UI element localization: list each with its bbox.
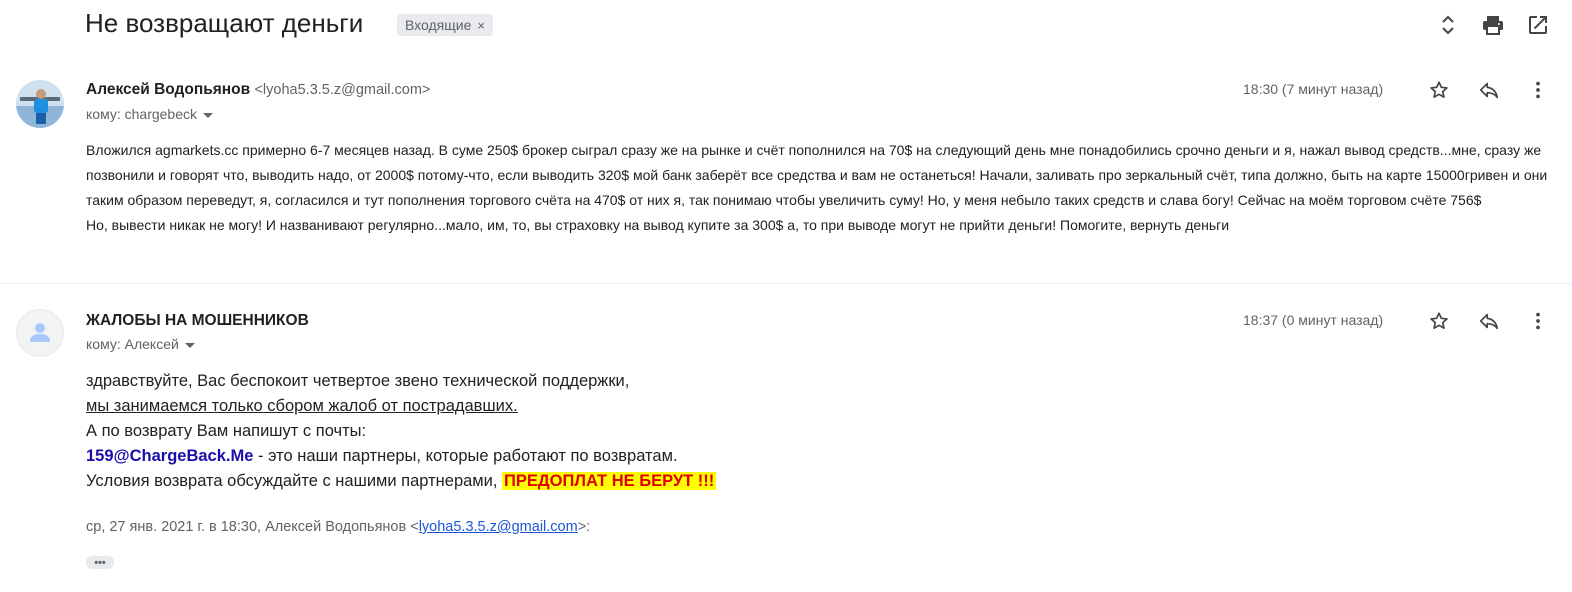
star-icon[interactable] — [1426, 308, 1452, 334]
label-chip-text: Входящие — [405, 17, 472, 33]
highlighted-warning: ПРЕДОПЛАТ НЕ БЕРУТ !!! — [502, 472, 717, 490]
open-in-new-icon[interactable] — [1526, 12, 1550, 38]
body-line-conditions: Условия возврата обсуждайте с нашими пар… — [86, 469, 986, 494]
sender-avatar[interactable] — [16, 80, 64, 128]
message-body: здравствуйте, Вас беспокоит четвертое зв… — [86, 369, 986, 494]
chevron-down-icon[interactable] — [184, 342, 195, 348]
star-icon[interactable] — [1426, 77, 1452, 103]
sender-email: <lyoha5.3.5.z@gmail.com> — [254, 82, 431, 98]
body-line: здравствуйте, Вас беспокоит четвертое зв… — [86, 372, 630, 390]
recipient-text: кому: Алексей — [86, 336, 179, 352]
body-line: А по возврату Вам напишут с почты: — [86, 422, 367, 440]
body-line-text: Условия возврата обсуждайте с нашими пар… — [86, 472, 503, 490]
body-line-text: - это наши партнеры, которые работают по… — [253, 447, 678, 465]
quoted-header-prefix: ср, 27 янв. 2021 г. в 18:30, Алексей Вод… — [86, 519, 419, 535]
label-remove-icon[interactable]: × — [477, 18, 485, 33]
body-paragraph: Вложился agmarkets.cc примерно 6-7 месяц… — [86, 142, 1548, 208]
unfold-icon[interactable] — [1436, 12, 1460, 38]
body-line-email: 159@ChargeBack.Me - это наши партнеры, к… — [86, 444, 986, 469]
recipient-text: кому: chargebeck — [86, 106, 198, 122]
message-body: Вложился agmarkets.cc примерно 6-7 месяц… — [86, 138, 1556, 238]
quoted-email-link[interactable]: lyoha5.3.5.z@gmail.com — [419, 519, 578, 535]
recipient-details[interactable]: кому: chargebeck — [86, 106, 214, 122]
sender-avatar[interactable] — [16, 309, 64, 357]
more-vert-icon[interactable] — [1525, 308, 1551, 334]
message-time: 18:30 (7 минут назад) — [1243, 81, 1384, 97]
show-trimmed-content-button[interactable]: ••• — [86, 556, 114, 569]
sender-name: ЖАЛОБЫ НА МОШЕННИКОВ — [86, 312, 309, 329]
message-divider — [0, 283, 1572, 284]
sender-name-text: Алексей Водопьянов — [86, 81, 251, 98]
quoted-header-suffix: >: — [577, 519, 591, 535]
recipient-details[interactable]: кому: Алексей — [86, 336, 195, 352]
body-line-underlined: мы занимаемся только сбором жалоб от пос… — [86, 397, 518, 415]
chevron-down-icon[interactable] — [203, 112, 214, 118]
partner-email-link[interactable]: 159@ChargeBack.Me — [86, 447, 253, 465]
reply-icon[interactable] — [1476, 77, 1502, 103]
print-icon[interactable] — [1481, 12, 1505, 38]
sender-name: Алексей Водопьянов <lyoha5.3.5.z@gmail.c… — [86, 81, 430, 99]
reply-icon[interactable] — [1476, 308, 1502, 334]
body-paragraph: Но, вывести никак не могу! И названивают… — [86, 217, 1230, 233]
message-time: 18:37 (0 минут назад) — [1243, 312, 1384, 328]
email-subject: Не возвращают деньги — [85, 8, 364, 38]
person-icon — [30, 323, 50, 342]
more-vert-icon[interactable] — [1525, 77, 1551, 103]
label-chip-inbox[interactable]: Входящие × — [397, 14, 493, 36]
quoted-header: ср, 27 янв. 2021 г. в 18:30, Алексей Вод… — [86, 519, 590, 535]
